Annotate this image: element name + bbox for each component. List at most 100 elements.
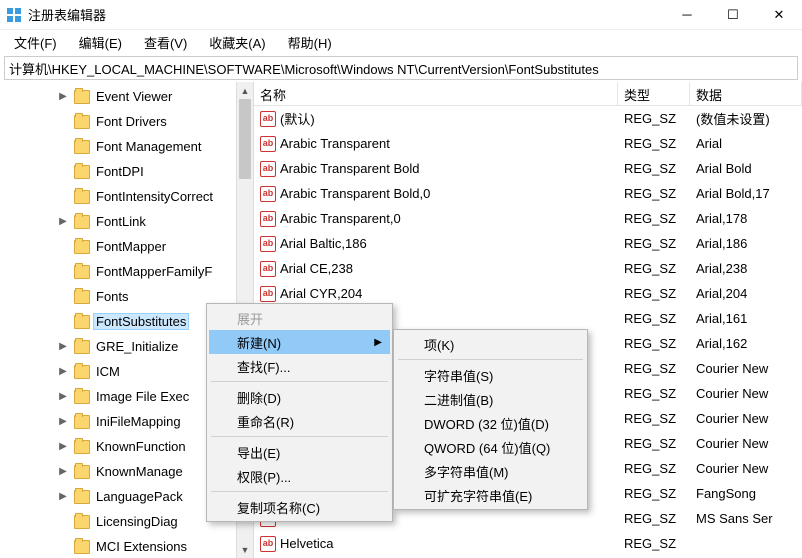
tree-item-label: FontIntensityCorrect	[94, 189, 215, 204]
context-submenu-new: 项(K) 字符串值(S) 二进制值(B) DWORD (32 位)值(D) QW…	[393, 329, 588, 510]
ctx-permissions[interactable]: 权限(P)...	[209, 464, 390, 488]
ctx-new-string[interactable]: 字符串值(S)	[396, 363, 585, 387]
value-data: Arial,162	[690, 336, 802, 351]
string-value-icon: ab	[260, 186, 276, 202]
ctx-find[interactable]: 查找(F)...	[209, 354, 390, 378]
separator	[398, 359, 583, 360]
menu-favorites[interactable]: 收藏夹(A)	[199, 31, 275, 54]
list-row[interactable]: abArabic Transparent,0REG_SZArial,178	[254, 206, 802, 231]
expand-icon[interactable]: ▶	[56, 91, 70, 102]
value-data: Arial,238	[690, 261, 802, 276]
string-value-icon: ab	[260, 286, 276, 302]
expand-icon[interactable]: ▶	[56, 441, 70, 452]
tree-item-label: FontMapper	[94, 239, 168, 254]
value-data: Courier New	[690, 436, 802, 451]
tree-item-label: Image File Exec	[94, 389, 191, 404]
menu-file[interactable]: 文件(F)	[4, 31, 67, 54]
address-text: 计算机\HKEY_LOCAL_MACHINE\SOFTWARE\Microsof…	[9, 59, 599, 78]
tree-item[interactable]: ▶FontLink	[0, 209, 253, 234]
list-row[interactable]: abArial CE,238REG_SZArial,238	[254, 256, 802, 281]
folder-icon	[74, 415, 90, 429]
tree-item-label: LanguagePack	[94, 489, 185, 504]
col-name[interactable]: 名称	[254, 82, 618, 105]
scroll-down-icon[interactable]: ▼	[237, 541, 253, 558]
tree-item[interactable]: FontMapperFamilyF	[0, 259, 253, 284]
value-data: Courier New	[690, 411, 802, 426]
tree-item-label: Font Management	[94, 139, 204, 154]
folder-icon	[74, 515, 90, 529]
list-header: 名称 类型 数据	[254, 82, 802, 106]
close-button[interactable]: ✕	[756, 0, 802, 30]
list-row[interactable]: abArial Baltic,186REG_SZArial,186	[254, 231, 802, 256]
maximize-button[interactable]: ☐	[710, 0, 756, 30]
menu-help[interactable]: 帮助(H)	[278, 31, 342, 54]
value-type: REG_SZ	[618, 161, 690, 176]
expand-icon[interactable]: ▶	[56, 366, 70, 377]
col-type[interactable]: 类型	[618, 82, 690, 105]
value-data: Arial Bold	[690, 161, 802, 176]
tree-item-label: ICM	[94, 364, 122, 379]
ctx-expand[interactable]: 展开	[209, 306, 390, 330]
ctx-new-expandstring[interactable]: 可扩充字符串值(E)	[396, 483, 585, 507]
value-type: REG_SZ	[618, 261, 690, 276]
tree-item[interactable]: FontDPI	[0, 159, 253, 184]
expand-icon[interactable]: ▶	[56, 391, 70, 402]
value-type: REG_SZ	[618, 461, 690, 476]
value-type: REG_SZ	[618, 286, 690, 301]
ctx-new-qword[interactable]: QWORD (64 位)值(Q)	[396, 435, 585, 459]
string-value-icon: ab	[260, 111, 276, 127]
value-name: Arial CE,238	[280, 261, 353, 276]
folder-icon	[74, 540, 90, 554]
value-data: Arial,186	[690, 236, 802, 251]
string-value-icon: ab	[260, 236, 276, 252]
list-row[interactable]: abArabic Transparent BoldREG_SZArial Bol…	[254, 156, 802, 181]
ctx-delete[interactable]: 删除(D)	[209, 385, 390, 409]
expand-icon[interactable]: ▶	[56, 416, 70, 427]
value-type: REG_SZ	[618, 511, 690, 526]
ctx-rename[interactable]: 重命名(R)	[209, 409, 390, 433]
tree-item[interactable]: Font Management	[0, 134, 253, 159]
tree-item-label: GRE_Initialize	[94, 339, 180, 354]
value-type: REG_SZ	[618, 136, 690, 151]
tree-item[interactable]: MCI Extensions	[0, 534, 253, 558]
ctx-export[interactable]: 导出(E)	[209, 440, 390, 464]
expand-icon[interactable]: ▶	[56, 466, 70, 477]
value-type: REG_SZ	[618, 361, 690, 376]
menu-edit[interactable]: 编辑(E)	[69, 31, 132, 54]
list-row[interactable]: abArabic TransparentREG_SZArial	[254, 131, 802, 156]
separator	[211, 381, 388, 382]
tree-item[interactable]: ▶Event Viewer	[0, 84, 253, 109]
value-data: FangSong	[690, 486, 802, 501]
folder-icon	[74, 165, 90, 179]
tree-item[interactable]: FontMapper	[0, 234, 253, 259]
address-bar[interactable]: 计算机\HKEY_LOCAL_MACHINE\SOFTWARE\Microsof…	[4, 56, 798, 80]
ctx-new-multistring[interactable]: 多字符串值(M)	[396, 459, 585, 483]
list-row[interactable]: abHelveticaREG_SZ	[254, 531, 802, 556]
separator	[211, 491, 388, 492]
expand-icon[interactable]: ▶	[56, 491, 70, 502]
menu-view[interactable]: 查看(V)	[134, 31, 197, 54]
folder-icon	[74, 490, 90, 504]
tree-item[interactable]: Font Drivers	[0, 109, 253, 134]
ctx-copy-key-name[interactable]: 复制项名称(C)	[209, 495, 390, 519]
folder-icon	[74, 390, 90, 404]
col-data[interactable]: 数据	[690, 82, 802, 105]
ctx-new-dword[interactable]: DWORD (32 位)值(D)	[396, 411, 585, 435]
value-data: (数值未设置)	[690, 109, 802, 128]
tree-item[interactable]: FontIntensityCorrect	[0, 184, 253, 209]
value-data: Courier New	[690, 461, 802, 476]
tree-item-label: FontDPI	[94, 164, 146, 179]
ctx-new-binary[interactable]: 二进制值(B)	[396, 387, 585, 411]
scroll-thumb[interactable]	[239, 99, 251, 179]
list-row[interactable]: abArabic Transparent Bold,0REG_SZArial B…	[254, 181, 802, 206]
ctx-new-key[interactable]: 项(K)	[396, 332, 585, 356]
expand-icon[interactable]: ▶	[56, 216, 70, 227]
ctx-new[interactable]: 新建(N)▶	[209, 330, 390, 354]
folder-icon	[74, 265, 90, 279]
titlebar: 注册表编辑器 ─ ☐ ✕	[0, 0, 802, 30]
minimize-button[interactable]: ─	[664, 0, 710, 30]
tree-item-label: FontSubstitutes	[94, 314, 188, 329]
scroll-up-icon[interactable]: ▲	[237, 82, 253, 99]
expand-icon[interactable]: ▶	[56, 341, 70, 352]
list-row[interactable]: ab(默认)REG_SZ(数值未设置)	[254, 106, 802, 131]
